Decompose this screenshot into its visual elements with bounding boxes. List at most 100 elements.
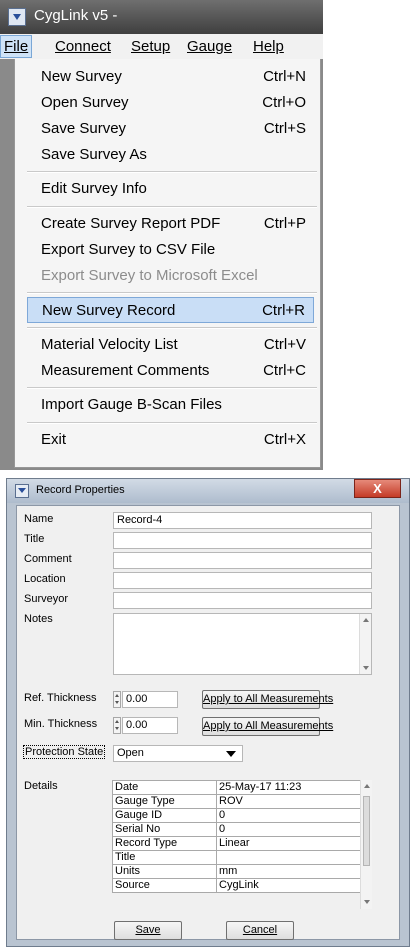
app-icon	[15, 484, 29, 498]
details-value: ROV	[216, 794, 372, 809]
details-key: Units	[112, 864, 217, 879]
menu-item-save-survey-as[interactable]: Save Survey As	[27, 142, 314, 168]
notes-scrollbar[interactable]	[359, 614, 371, 674]
details-key: Serial No	[112, 822, 217, 837]
protection-state-select[interactable]: Open	[113, 745, 243, 762]
app-icon	[8, 8, 26, 26]
menu-item-export-excel: Export Survey to Microsoft Excel	[27, 263, 314, 289]
details-key: Record Type	[112, 836, 217, 851]
menu-item-label: Edit Survey Info	[41, 180, 147, 197]
details-scrollbar[interactable]	[360, 780, 372, 909]
menu-item-label: Save Survey	[41, 120, 127, 137]
notes-field[interactable]	[113, 613, 372, 675]
table-row[interactable]: Title	[112, 850, 372, 865]
menu-item-import-bscan[interactable]: Import Gauge B-Scan Files	[27, 392, 314, 418]
app-titlebar[interactable]: CygLink v5 -	[0, 0, 323, 34]
table-row[interactable]: Source CygLink	[112, 878, 372, 893]
menu-item-new-survey-record[interactable]: New Survey Record Ctrl+R	[27, 297, 314, 323]
menu-file[interactable]: File	[0, 35, 33, 58]
button-label: Save	[135, 924, 161, 936]
surveyor-label: Surveyor	[24, 593, 69, 605]
menu-separator	[27, 387, 317, 389]
menu-help[interactable]: Help	[250, 36, 287, 57]
details-value	[216, 850, 372, 865]
menu-setup[interactable]: Setup	[128, 36, 173, 57]
table-row[interactable]: Gauge Type ROV	[112, 794, 372, 809]
menu-item-label: Open Survey	[41, 94, 129, 111]
table-row[interactable]: Gauge ID 0	[112, 808, 372, 823]
app-title: CygLink v5 -	[34, 7, 118, 24]
min-thickness-spinner[interactable]	[113, 717, 121, 734]
details-value: mm	[216, 864, 372, 879]
menu-item-new-survey[interactable]: New Survey Ctrl+N	[27, 64, 314, 90]
dialog-body: Name Record-4 Title Comment Location Sur…	[16, 505, 400, 940]
menu-bar: File Connect Setup Gauge Help	[0, 34, 323, 59]
menu-separator	[27, 327, 317, 329]
menu-item-export-csv[interactable]: Export Survey to CSV File	[27, 237, 314, 263]
save-button[interactable]: Save	[114, 921, 182, 940]
scroll-down-icon	[363, 666, 369, 670]
title-label: Title	[24, 533, 45, 545]
menu-item-shortcut: Ctrl+N	[263, 68, 306, 85]
min-thickness-field[interactable]: 0.00	[122, 717, 178, 734]
menu-item-shortcut: Ctrl+X	[263, 431, 306, 448]
menu-item-material-velocity-list[interactable]: Material Velocity List Ctrl+V	[27, 332, 314, 358]
menu-item-edit-survey-info[interactable]: Edit Survey Info	[27, 176, 314, 202]
ref-thickness-spinner[interactable]	[113, 691, 121, 708]
details-value: Linear	[216, 836, 372, 851]
comment-field[interactable]	[113, 552, 372, 569]
menu-item-label: Material Velocity List	[41, 336, 178, 353]
button-label: Cancel	[242, 924, 278, 936]
menu-connect-label: Connect	[55, 38, 111, 55]
menu-item-measurement-comments[interactable]: Measurement Comments Ctrl+C	[27, 358, 314, 384]
menu-gauge[interactable]: Gauge	[184, 36, 235, 57]
menu-file-label: File	[4, 38, 29, 55]
menu-gauge-label: Gauge	[187, 38, 233, 55]
name-field[interactable]: Record-4	[113, 512, 372, 529]
protection-state-value: Open	[117, 747, 144, 759]
close-button[interactable]: X	[354, 479, 401, 498]
table-row[interactable]: Date 25-May-17 11:23	[112, 780, 372, 795]
location-field[interactable]	[113, 572, 372, 589]
menu-setup-label: Setup	[131, 38, 171, 55]
dialog-titlebar[interactable]: Record Properties X	[7, 479, 409, 503]
menu-item-create-report-pdf[interactable]: Create Survey Report PDF Ctrl+P	[27, 211, 314, 237]
title-field[interactable]	[113, 532, 372, 549]
menu-item-label: Save Survey As	[41, 146, 147, 163]
menu-item-save-survey[interactable]: Save Survey Ctrl+S	[27, 116, 314, 142]
details-value: CygLink	[216, 878, 372, 893]
details-key: Source	[112, 878, 217, 893]
menu-item-label: Export Survey to CSV File	[41, 241, 216, 258]
comment-label: Comment	[24, 553, 72, 565]
apply-ref-thickness-button[interactable]: Apply to All Measurements	[202, 690, 333, 709]
menu-item-shortcut: Ctrl+S	[263, 120, 306, 137]
details-key: Gauge ID	[112, 808, 217, 823]
details-label: Details	[24, 780, 58, 792]
main-app-window: CygLink v5 - File Connect Setup Gauge He…	[0, 0, 323, 470]
menu-item-shortcut: Ctrl+R	[262, 302, 305, 319]
record-properties-dialog: Record Properties X Name Record-4 Title …	[6, 478, 410, 947]
name-label: Name	[24, 513, 54, 525]
menu-item-shortcut: Ctrl+C	[263, 362, 306, 379]
menu-separator	[27, 422, 317, 424]
cancel-button[interactable]: Cancel	[226, 921, 294, 940]
menu-connect[interactable]: Connect	[52, 36, 114, 57]
ref-thickness-field[interactable]: 0.00	[122, 691, 178, 708]
chevron-down-icon	[226, 751, 236, 757]
scroll-thumb[interactable]	[363, 796, 370, 866]
menu-item-shortcut: Ctrl+O	[262, 94, 306, 111]
notes-label: Notes	[24, 613, 53, 625]
table-row[interactable]: Record Type Linear	[112, 836, 372, 851]
menu-item-open-survey[interactable]: Open Survey Ctrl+O	[27, 90, 314, 116]
menu-item-exit[interactable]: Exit Ctrl+X	[27, 427, 314, 453]
surveyor-field[interactable]	[113, 592, 372, 609]
table-row[interactable]: Units mm	[112, 864, 372, 879]
menu-item-label: Create Survey Report PDF	[41, 215, 221, 232]
min-thickness-label: Min. Thickness	[24, 718, 98, 730]
menu-item-label: New Survey Record	[42, 302, 176, 319]
menu-item-label: Measurement Comments	[41, 362, 210, 379]
table-row[interactable]: Serial No 0	[112, 822, 372, 837]
apply-min-thickness-button[interactable]: Apply to All Measurements	[202, 717, 333, 736]
button-label: Apply to All Measurements	[203, 693, 334, 705]
details-key: Gauge Type	[112, 794, 217, 809]
